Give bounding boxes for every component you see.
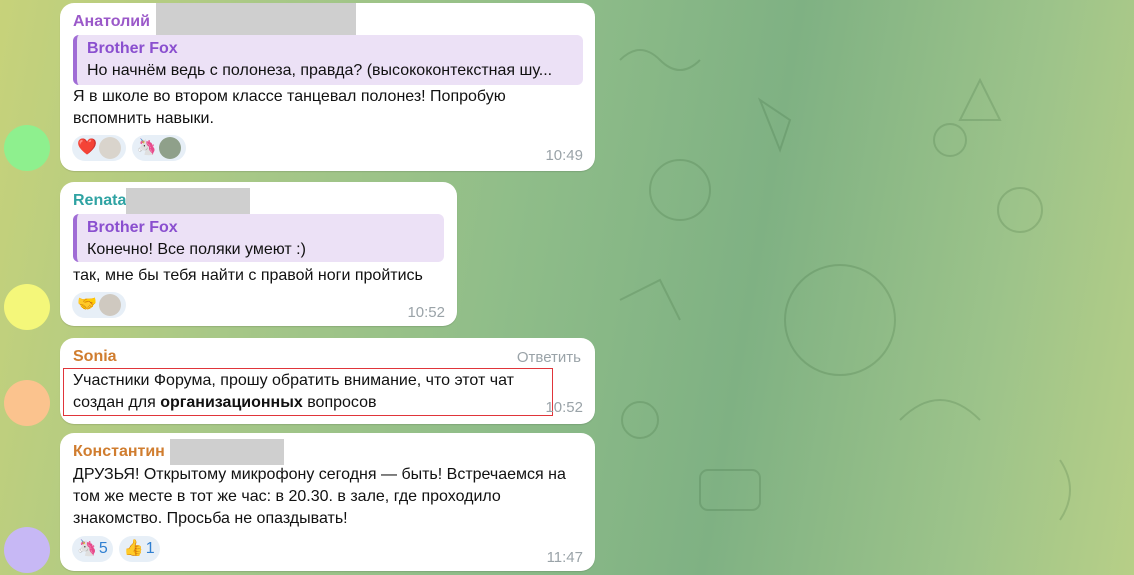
reactions: 🦄 5 👍 1 [72, 536, 160, 562]
message-bubble[interactable]: Анатолий Brother Fox Но начнём ведь с по… [60, 3, 595, 171]
reactor-avatar [98, 137, 121, 159]
message-time: 10:49 [545, 147, 583, 164]
message-line: вспомнить навыки. [73, 110, 214, 127]
reaction-handshake[interactable]: 🤝 [72, 292, 126, 318]
redacted-name [126, 188, 250, 214]
reaction-heart[interactable]: ❤️ [72, 135, 126, 161]
reaction-count: 1 [145, 540, 155, 557]
message-author[interactable]: Константин [73, 443, 165, 461]
reactor-avatar [158, 137, 181, 159]
heart-icon: ❤️ [77, 139, 97, 156]
quote-author: Brother Fox [87, 219, 178, 236]
message-bubble[interactable]: Renata Brother Fox Конечно! Все поляки у… [60, 182, 457, 326]
message-bubble[interactable]: Sonia Ответить Участники Форума, прошу о… [60, 338, 595, 424]
highlight-box [63, 368, 553, 416]
message-line: знакомство. Просьба не опаздывать! [73, 510, 348, 527]
quote-author: Brother Fox [87, 40, 178, 57]
redacted-name [156, 3, 356, 35]
unicorn-icon: 🦄 [136, 139, 157, 156]
avatar[interactable] [4, 125, 50, 171]
message-author[interactable]: Renata [73, 192, 126, 210]
message-author[interactable]: Sonia [73, 348, 117, 366]
message-text: так, мне бы тебя найти с правой ноги про… [73, 265, 423, 287]
message-text: Я в школе во втором классе танцевал поло… [73, 86, 506, 130]
message-line: Я в школе во втором классе танцевал поло… [73, 88, 506, 105]
reaction-unicorn[interactable]: 🦄 5 [72, 536, 113, 562]
reactions: 🤝 [72, 292, 126, 318]
message-line: так, мне бы тебя найти с правой ноги про… [73, 267, 423, 284]
unicorn-icon: 🦄 [77, 540, 97, 557]
thumbs-up-icon: 👍 [123, 540, 144, 557]
handshake-icon: 🤝 [77, 296, 97, 313]
message-author[interactable]: Анатолий [73, 13, 150, 31]
reaction-unicorn[interactable]: 🦄 [131, 135, 186, 161]
avatar[interactable] [4, 527, 50, 573]
message-text: ДРУЗЬЯ! Открытому микрофону сегодня — бы… [73, 464, 566, 530]
message-bubble[interactable]: Константин ДРУЗЬЯ! Открытому микрофону с… [60, 433, 595, 571]
message-time: 10:52 [545, 399, 583, 416]
reaction-thumbs-up[interactable]: 👍 1 [118, 536, 160, 562]
message-line: ДРУЗЬЯ! Открытому микрофону сегодня — бы… [73, 466, 566, 483]
message-line: том же месте в тот же час: в 20.30. в за… [73, 488, 501, 505]
avatar[interactable] [4, 380, 50, 426]
message-time: 11:47 [546, 549, 583, 566]
avatar[interactable] [4, 284, 50, 330]
redacted-name [170, 439, 284, 465]
quote-text: Конечно! Все поляки умеют :) [87, 241, 306, 258]
quote-text: Но начнём ведь с полонеза, правда? (высо… [87, 62, 553, 79]
reply-quote[interactable]: Brother Fox Конечно! Все поляки умеют :) [73, 214, 444, 262]
reactions: ❤️ 🦄 [72, 135, 186, 161]
reactor-avatar [98, 294, 121, 316]
reply-quote[interactable]: Brother Fox Но начнём ведь с полонеза, п… [73, 35, 583, 85]
message-time: 10:52 [407, 304, 445, 321]
reaction-count: 5 [98, 540, 108, 557]
reply-button[interactable]: Ответить [517, 349, 581, 366]
